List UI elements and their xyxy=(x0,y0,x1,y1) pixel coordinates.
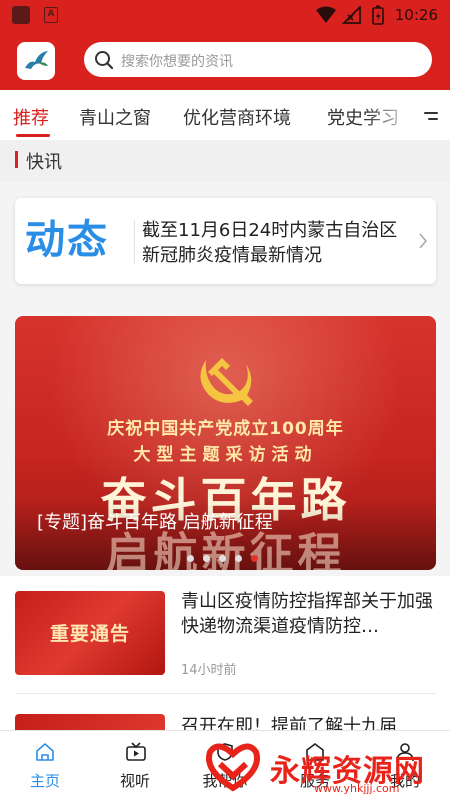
tab-fade-overlay xyxy=(366,90,416,140)
search-bar[interactable]: 搜索你想要的资讯 xyxy=(84,42,432,77)
menu-icon[interactable] xyxy=(420,106,440,126)
clock: 10:26 xyxy=(394,6,438,24)
battery-icon xyxy=(372,5,384,25)
nav-video[interactable]: 视听 xyxy=(90,731,180,800)
section-header: 快讯 xyxy=(0,140,450,182)
flash-news-card[interactable]: 动态 截至11月6日24时内蒙古自治区新冠肺炎疫情最新情况 xyxy=(15,198,436,284)
flash-news-text: 截至11月6日24时内蒙古自治区新冠肺炎疫情最新情况 xyxy=(142,220,398,266)
hammer-sickle-emblem xyxy=(200,358,253,406)
app-notification-icon: A xyxy=(44,7,58,23)
thumbnail-text: 重要通告 xyxy=(49,623,130,645)
active-tab-indicator xyxy=(16,134,50,137)
nav-video-label: 视听 xyxy=(119,772,150,790)
watermark: 永辉资源网 www.yhkjjj.com xyxy=(196,738,446,796)
search-placeholder: 搜索你想要的资讯 xyxy=(121,54,233,70)
news-title[interactable]: 青山区疫情防控指挥部关于加强快递物流渠道疫情防控… xyxy=(181,589,436,639)
news-list: 重要通告 青山区疫情防控指挥部关于加强快递物流渠道疫情防控… 14小时前 召开在… xyxy=(0,576,450,744)
news-time: 14小时前 xyxy=(181,663,237,678)
section-title: 快讯 xyxy=(26,152,62,173)
nav-home[interactable]: 主页 xyxy=(0,731,90,800)
banner-line-2: 大型主题采访活动 xyxy=(133,445,318,465)
tab-recommend[interactable]: 推荐 xyxy=(13,104,49,130)
video-icon xyxy=(126,742,146,761)
watermark-url: www.yhkjjj.com xyxy=(314,782,400,795)
category-tabs: 推荐 青山之窗 优化营商环境 党史学习 xyxy=(0,90,450,140)
news-thumbnail[interactable]: 重要通告 xyxy=(15,591,165,675)
tab-business-environment[interactable]: 优化营商环境 xyxy=(183,104,291,130)
list-divider xyxy=(15,693,436,694)
banner-caption: [专题]奋斗百年路 启航新征程 xyxy=(37,512,273,533)
watermark-logo-icon xyxy=(206,743,260,792)
banner-carousel[interactable]: 庆祝中国共产党成立100周年 大型主题采访活动 奋斗百年路 启航新征程 [专题]… xyxy=(15,316,436,570)
notification-icon xyxy=(12,6,30,24)
carousel-dot[interactable] xyxy=(235,555,242,562)
divider xyxy=(134,220,135,264)
carousel-dot[interactable] xyxy=(187,555,194,562)
banner-line-1: 庆祝中国共产党成立100周年 xyxy=(107,419,344,439)
carousel-dot-active[interactable] xyxy=(251,555,258,562)
chevron-right-icon xyxy=(419,233,428,249)
carousel-dot[interactable] xyxy=(203,555,210,562)
signal-icon xyxy=(342,6,361,24)
wifi-icon xyxy=(316,6,336,23)
home-icon xyxy=(36,743,54,761)
status-bar: A 10:26 xyxy=(0,0,450,30)
logo-icon xyxy=(25,51,48,69)
app-logo[interactable] xyxy=(17,42,55,80)
tab-qingshan-window[interactable]: 青山之窗 xyxy=(79,104,151,130)
flash-news-badge: 动态 xyxy=(25,217,109,263)
section-marker xyxy=(15,151,18,168)
search-icon xyxy=(95,51,114,70)
carousel-dot[interactable] xyxy=(219,555,226,562)
app-header: 搜索你想要的资讯 xyxy=(0,30,450,90)
carousel-dots xyxy=(187,547,267,562)
nav-home-label: 主页 xyxy=(29,772,60,790)
